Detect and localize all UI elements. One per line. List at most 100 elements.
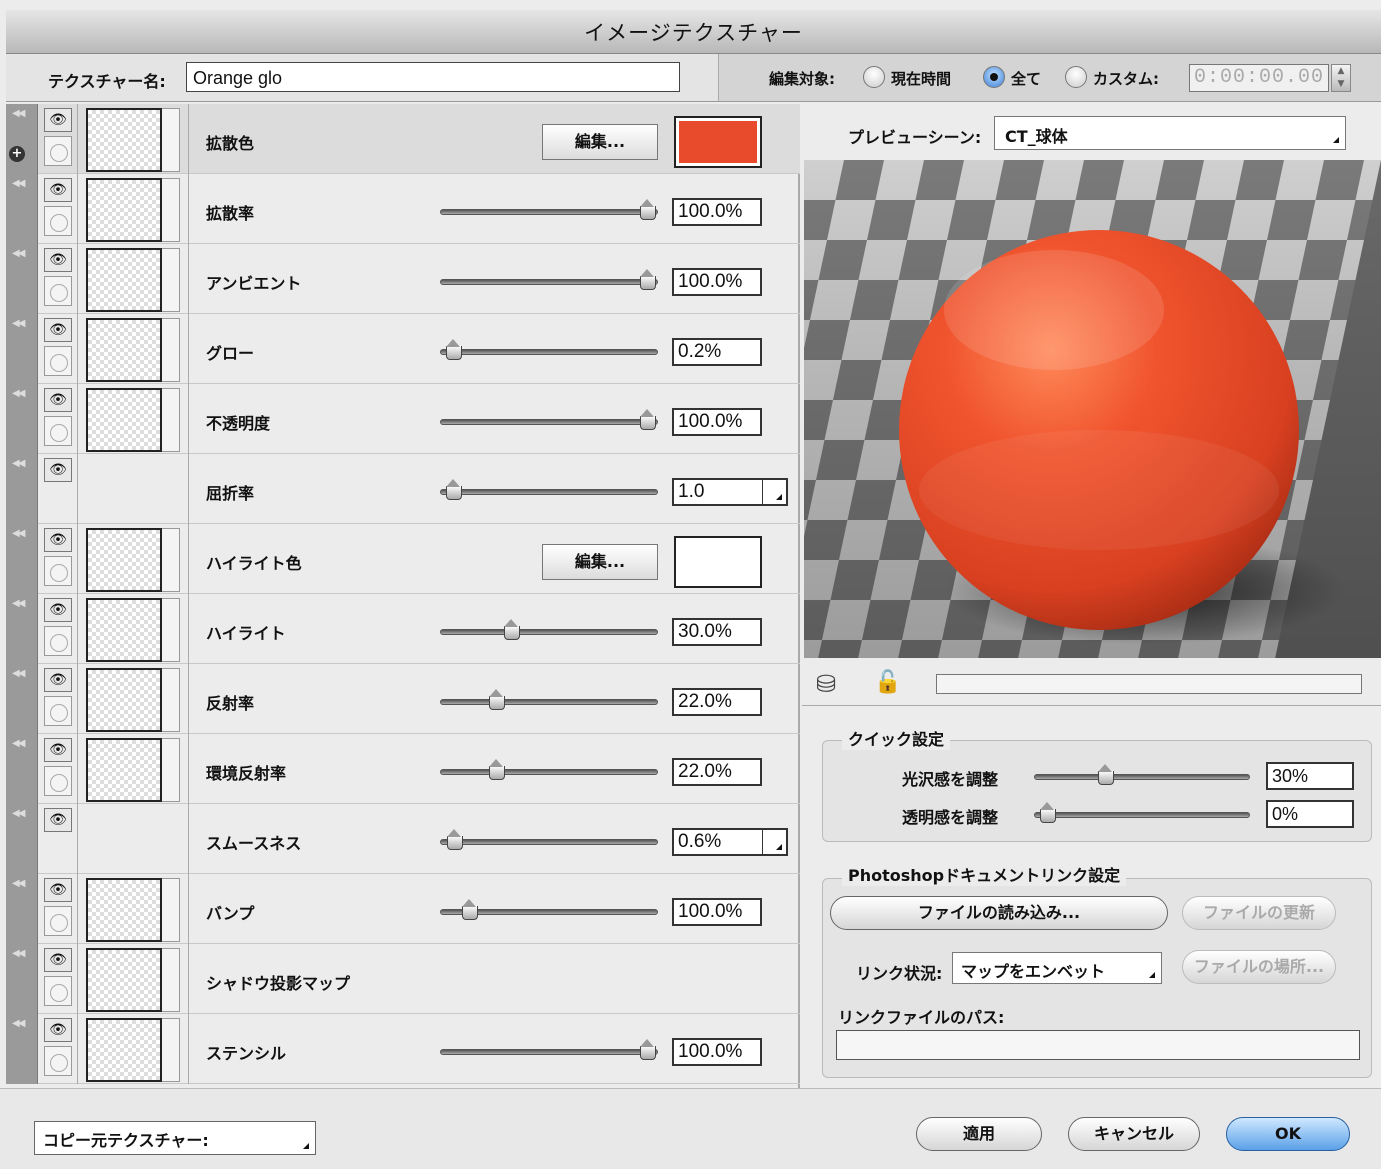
texture-map-thumbnail[interactable] xyxy=(86,668,162,732)
color-edit-button[interactable]: 編集... xyxy=(542,124,658,160)
channel-row[interactable]: ◀◀ 👁 ハイライト 30.0% xyxy=(6,594,800,664)
collapse-arrow-icon[interactable]: ◀◀ xyxy=(12,668,25,679)
apply-button[interactable]: 適用 xyxy=(916,1117,1042,1151)
cancel-button[interactable]: キャンセル xyxy=(1068,1117,1200,1151)
channel-value-field[interactable]: 100.0% xyxy=(672,198,762,226)
collapse-arrow-icon[interactable]: ◀◀ xyxy=(12,108,25,119)
channel-row[interactable]: ◀◀ 👁 不透明度 100.0% xyxy=(6,384,800,454)
slider-thumb[interactable] xyxy=(638,1036,656,1060)
collapse-arrow-icon[interactable]: ◀◀ xyxy=(12,738,25,749)
eye-icon[interactable]: 👁 xyxy=(44,528,72,552)
channel-value-field[interactable]: 22.0% xyxy=(672,688,762,716)
channel-slider[interactable] xyxy=(440,1039,658,1060)
eye-icon[interactable]: 👁 xyxy=(44,178,72,202)
slider-thumb[interactable] xyxy=(502,616,520,640)
slider-thumb[interactable] xyxy=(487,686,505,710)
texture-map-thumbnail[interactable] xyxy=(86,248,162,312)
color-swatch[interactable] xyxy=(674,116,762,168)
channel-collapse-strip[interactable]: ◀◀ xyxy=(6,944,38,1014)
gloss-value[interactable]: 30% xyxy=(1266,762,1354,790)
radio-all[interactable] xyxy=(983,66,1005,88)
channel-collapse-strip[interactable]: ◀◀ xyxy=(6,664,38,734)
texture-map-thumbnail[interactable] xyxy=(86,1018,162,1082)
channel-row[interactable]: ◀◀ + 👁 拡散色 編集... xyxy=(6,104,800,174)
channel-slider[interactable] xyxy=(440,829,658,850)
channel-value-field[interactable]: 100.0% xyxy=(672,268,762,296)
eye-icon[interactable]: 👁 xyxy=(44,878,72,902)
gloss-slider-thumb[interactable] xyxy=(1096,761,1114,785)
collapse-arrow-icon[interactable]: ◀◀ xyxy=(12,388,25,399)
time-stepper[interactable]: ▲ ▼ xyxy=(1331,64,1351,92)
map-toggle-icon[interactable] xyxy=(44,136,72,166)
map-toggle-icon[interactable] xyxy=(44,976,72,1006)
dropdown-arrow-icon[interactable] xyxy=(762,830,786,854)
channel-slider[interactable] xyxy=(440,479,658,500)
eye-icon[interactable]: 👁 xyxy=(44,738,72,762)
radio-current-time[interactable] xyxy=(863,66,885,88)
channel-value-field[interactable]: 100.0% xyxy=(672,898,762,926)
collapse-arrow-icon[interactable]: ◀◀ xyxy=(12,458,25,469)
eye-icon[interactable]: 👁 xyxy=(44,948,72,972)
collapse-arrow-icon[interactable]: ◀◀ xyxy=(12,178,25,189)
locate-file-button[interactable]: ファイルの場所... xyxy=(1182,950,1336,984)
channel-collapse-strip[interactable]: ◀◀ xyxy=(6,874,38,944)
texture-map-thumbnail[interactable] xyxy=(86,108,162,172)
channel-collapse-strip[interactable]: ◀◀ xyxy=(6,524,38,594)
texture-map-thumbnail[interactable] xyxy=(86,318,162,382)
texture-map-thumbnail[interactable] xyxy=(86,598,162,662)
map-toggle-icon[interactable] xyxy=(44,626,72,656)
copy-from-texture-select[interactable]: コピー元テクスチャー: xyxy=(34,1121,316,1155)
add-icon[interactable]: + xyxy=(9,146,25,162)
map-toggle-icon[interactable] xyxy=(44,766,72,796)
texture-map-thumbnail[interactable] xyxy=(86,878,162,942)
texture-map-thumbnail[interactable] xyxy=(86,528,162,592)
map-toggle-icon[interactable] xyxy=(44,1046,72,1076)
channel-slider[interactable] xyxy=(440,759,658,780)
channel-slider[interactable] xyxy=(440,619,658,640)
eye-icon[interactable]: 👁 xyxy=(44,668,72,692)
channel-value-dropdown[interactable]: 0.6% xyxy=(672,828,788,856)
slider-thumb[interactable] xyxy=(444,476,462,500)
collapse-arrow-icon[interactable]: ◀◀ xyxy=(12,248,25,259)
channel-slider[interactable] xyxy=(440,339,658,360)
slider-thumb[interactable] xyxy=(487,756,505,780)
slider-thumb[interactable] xyxy=(638,266,656,290)
channel-row[interactable]: ◀◀ 👁 拡散率 100.0% xyxy=(6,174,800,244)
slider-thumb[interactable] xyxy=(638,406,656,430)
color-swatch[interactable] xyxy=(674,536,762,588)
eye-icon[interactable]: 👁 xyxy=(44,108,72,132)
collapse-arrow-icon[interactable]: ◀◀ xyxy=(12,1018,25,1029)
channel-collapse-strip[interactable]: ◀◀ xyxy=(6,314,38,384)
channel-collapse-strip[interactable]: ◀◀ xyxy=(6,244,38,314)
map-toggle-icon[interactable] xyxy=(44,906,72,936)
slider-thumb[interactable] xyxy=(638,196,656,220)
update-file-button[interactable]: ファイルの更新 xyxy=(1182,896,1336,930)
map-toggle-icon[interactable] xyxy=(44,346,72,376)
eye-icon[interactable]: 👁 xyxy=(44,1018,72,1042)
link-status-select[interactable]: マップをエンベット xyxy=(952,952,1162,984)
collapse-arrow-icon[interactable]: ◀◀ xyxy=(12,878,25,889)
texture-name-input[interactable]: Orange glo xyxy=(186,62,680,92)
channel-row[interactable]: ◀◀ 👁 ハイライト色 編集... xyxy=(6,524,800,594)
channel-value-field[interactable]: 30.0% xyxy=(672,618,762,646)
channel-value-dropdown[interactable]: 1.0 xyxy=(672,478,788,506)
preview-scene-select[interactable]: CT_球体 xyxy=(994,116,1346,150)
collapse-arrow-icon[interactable]: ◀◀ xyxy=(12,948,25,959)
channel-collapse-strip[interactable]: ◀◀ xyxy=(6,734,38,804)
channel-slider[interactable] xyxy=(440,409,658,430)
collapse-arrow-icon[interactable]: ◀◀ xyxy=(12,808,25,819)
channel-row[interactable]: ◀◀ 👁 環境反射率 22.0% xyxy=(6,734,800,804)
eye-icon[interactable]: 👁 xyxy=(44,458,72,482)
collapse-arrow-icon[interactable]: ◀◀ xyxy=(12,318,25,329)
channel-slider[interactable] xyxy=(440,689,658,710)
channel-row[interactable]: ◀◀ 👁 シャドウ投影マップ xyxy=(6,944,800,1014)
texture-map-thumbnail[interactable] xyxy=(86,388,162,452)
channel-collapse-strip[interactable]: ◀◀ xyxy=(6,174,38,244)
radio-custom[interactable] xyxy=(1065,66,1087,88)
map-toggle-icon[interactable] xyxy=(44,416,72,446)
channel-collapse-strip[interactable]: ◀◀ xyxy=(6,454,38,524)
channel-value-field[interactable]: 0.2% xyxy=(672,338,762,366)
eye-icon[interactable]: 👁 xyxy=(44,808,72,832)
camera-icon[interactable]: ⛁ xyxy=(816,670,836,698)
channel-value-field[interactable]: 100.0% xyxy=(672,408,762,436)
